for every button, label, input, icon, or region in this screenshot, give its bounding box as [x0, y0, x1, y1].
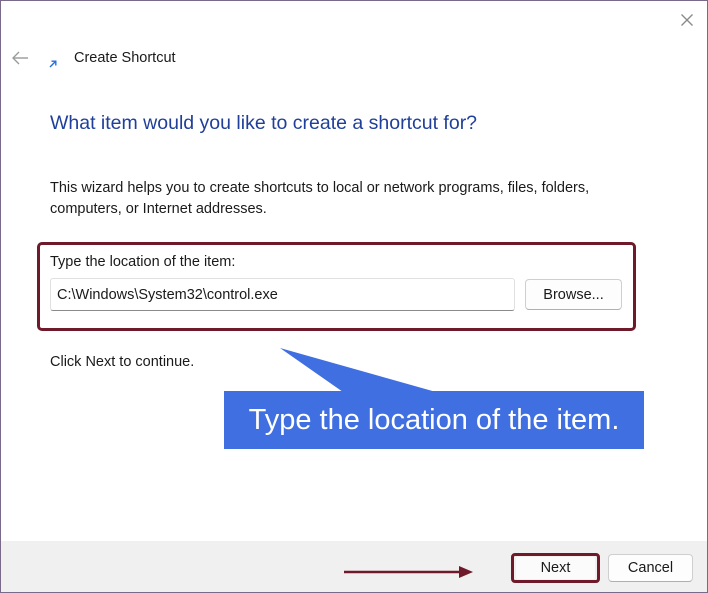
footer-bar — [1, 541, 707, 592]
location-label: Type the location of the item: — [50, 254, 236, 270]
create-shortcut-window: Create Shortcut What item would you like… — [0, 0, 708, 593]
shortcut-icon — [47, 57, 59, 70]
close-button[interactable] — [675, 9, 699, 31]
annotation-callout: Type the location of the item. — [224, 391, 644, 449]
page-heading: What item would you like to create a sho… — [50, 112, 478, 134]
cancel-button[interactable]: Cancel — [608, 554, 693, 582]
next-button[interactable]: Next — [516, 557, 595, 579]
continue-instruction: Click Next to continue. — [50, 354, 195, 370]
location-input[interactable] — [50, 278, 515, 311]
close-icon — [681, 14, 693, 26]
back-button[interactable] — [9, 47, 31, 69]
browse-button[interactable]: Browse... — [525, 279, 622, 310]
back-arrow-icon — [12, 51, 28, 65]
intro-text: This wizard helps you to create shortcut… — [50, 180, 590, 217]
window-title: Create Shortcut — [74, 50, 176, 66]
